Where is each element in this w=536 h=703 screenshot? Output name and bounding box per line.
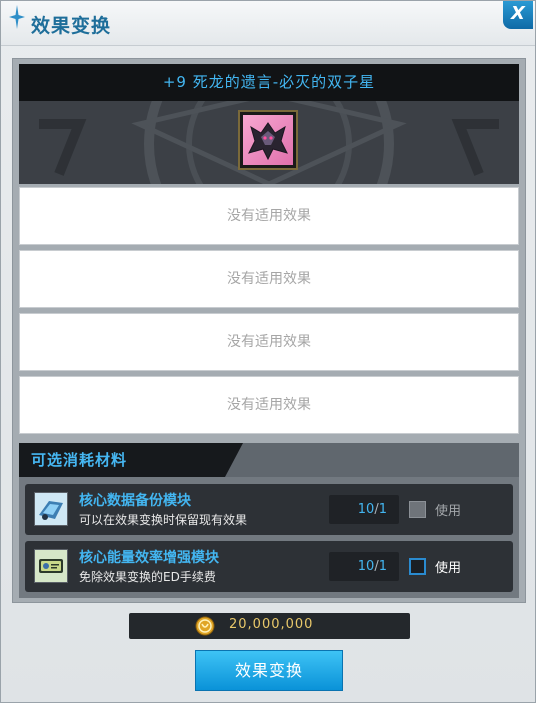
use-label: 使用 (435, 504, 462, 519)
material-name: 核心能量效率增强模块 (79, 550, 219, 566)
effect-slot: 没有适用效果 (19, 313, 519, 371)
ed-cost-amount: 20,000,000 (229, 617, 314, 632)
material-description: 免除效果变换的ED手续费 (79, 570, 216, 584)
data-backup-module-icon (35, 493, 67, 525)
effect-transform-window: 效果变换 X +9 死龙的遗言-必灭的双子星 没有适用效果 没有适用效果 没有适… (0, 0, 536, 703)
title-bar: 效果变换 X (1, 1, 535, 46)
material-row-energy: 核心能量效率增强模块 免除效果变换的ED手续费 10/1 使用 (25, 541, 513, 592)
use-label: 使用 (435, 561, 462, 576)
transform-button[interactable]: 效果变换 (195, 650, 343, 691)
item-name: +9 死龙的遗言-必灭的双子星 (19, 64, 519, 101)
materials-panel: 可选消耗材料 核心数据备份模块 可以在效果变换时保留现有效果 10/1 使用 核… (19, 443, 519, 598)
dragon-emblem-icon (248, 122, 288, 161)
effect-slot: 没有适用效果 (19, 250, 519, 308)
ed-coin-icon (195, 616, 215, 636)
effect-slot: 没有适用效果 (19, 187, 519, 245)
close-button[interactable]: X (503, 1, 533, 29)
materials-title: 可选消耗材料 (31, 451, 128, 469)
effect-slot: 没有适用效果 (19, 376, 519, 434)
material-row-backup: 核心数据备份模块 可以在效果变换时保留现有效果 10/1 使用 (25, 484, 513, 535)
material-description: 可以在效果变换时保留现有效果 (79, 513, 248, 527)
window-title: 效果变换 (31, 15, 112, 37)
material-quantity: 10/1 (329, 495, 399, 524)
material-name: 核心数据备份模块 (79, 493, 191, 509)
materials-header: 可选消耗材料 (19, 443, 519, 477)
use-checkbox[interactable] (409, 501, 426, 518)
ed-cost-bar: 20,000,000 (129, 613, 410, 639)
main-panel: +9 死龙的遗言-必灭的双子星 没有适用效果 没有适用效果 没有适用效果 没有适… (12, 58, 526, 603)
item-icon-slot[interactable] (238, 110, 298, 170)
material-quantity: 10/1 (329, 552, 399, 581)
energy-ticket-module-icon (35, 550, 67, 582)
sparkle-icon (9, 5, 25, 29)
use-checkbox[interactable] (409, 558, 426, 575)
material-icon-slot (34, 492, 68, 526)
item-header: +9 死龙的遗言-必灭的双子星 (19, 64, 519, 184)
material-icon-slot (34, 549, 68, 583)
